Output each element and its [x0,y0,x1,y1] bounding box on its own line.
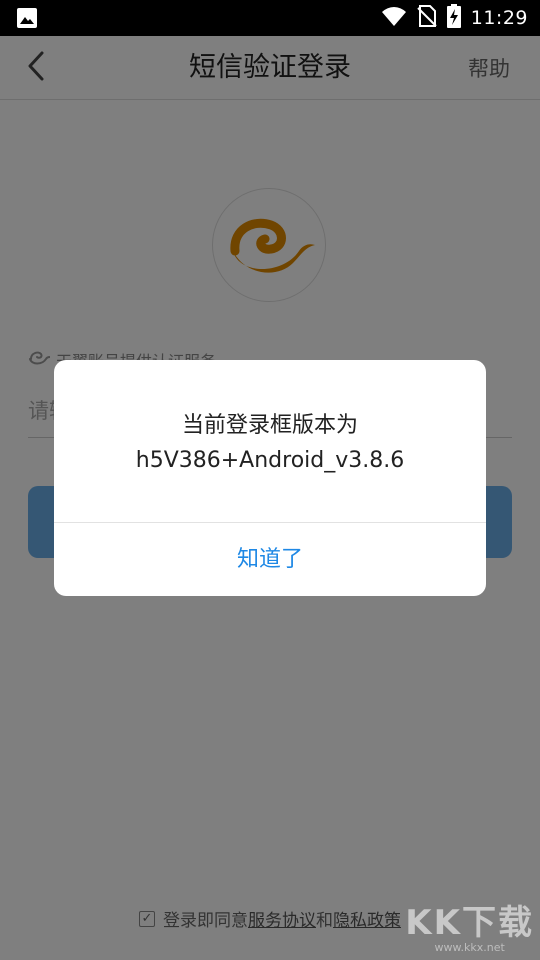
dialog-line-2: h5V386+Android_v3.8.6 [135,448,405,473]
status-time: 11:29 [470,7,528,29]
image-icon [16,7,38,29]
battery-charging-icon [446,4,461,32]
dialog-line-1: 当前登录框版本为 [181,413,358,438]
dialog-message: 当前登录框版本为 h5V386+Android_v3.8.6 [54,408,486,478]
watermark-logo: KK下载 [405,903,534,943]
status-bar: 11:29 [0,0,540,36]
wifi-icon [381,5,407,31]
watermark: KK下载 www.kkx.net [405,905,534,954]
version-dialog: 当前登录框版本为 h5V386+Android_v3.8.6 知道了 [54,360,486,596]
no-sim-icon [417,5,437,31]
dialog-confirm-button[interactable]: 知道了 [54,523,486,596]
